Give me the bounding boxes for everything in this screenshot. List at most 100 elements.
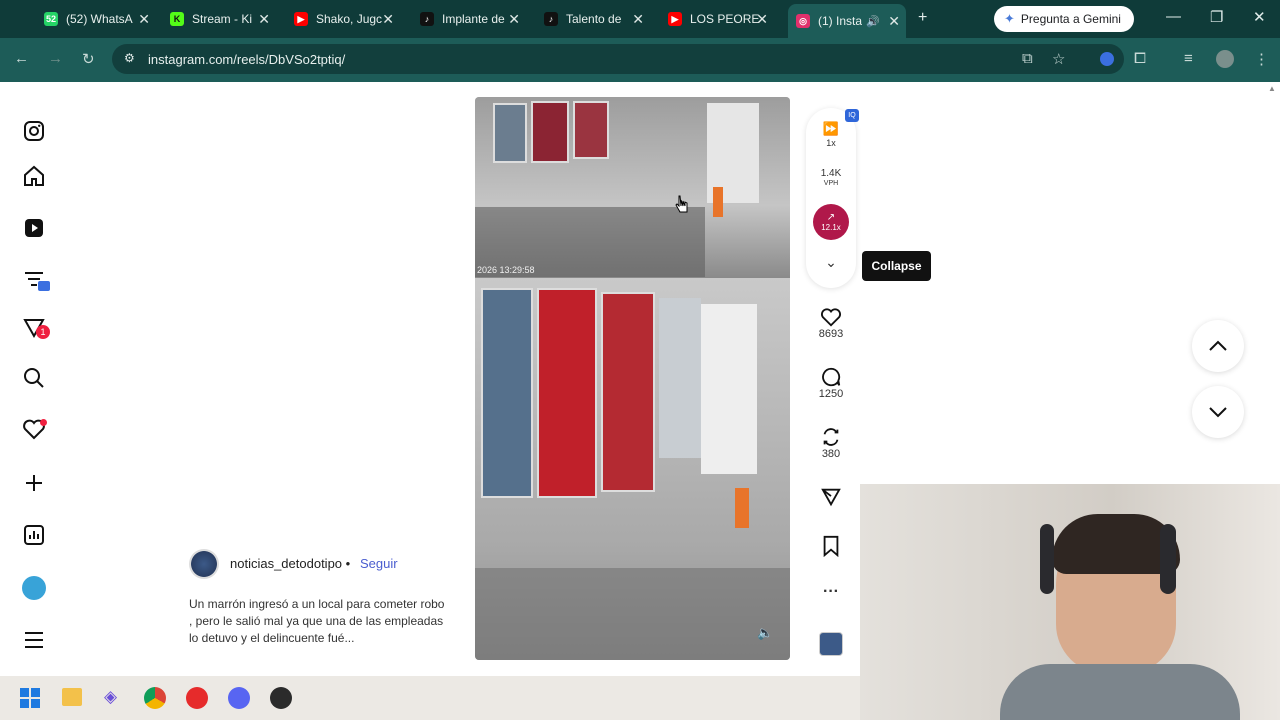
audio-thumbnail[interactable]: [819, 632, 843, 656]
site-settings-icon[interactable]: ⚙: [124, 51, 135, 65]
fast-forward-icon: ⏩: [822, 121, 840, 136]
back-button[interactable]: ←: [14, 50, 29, 67]
notification-dot: [40, 419, 47, 426]
post-caption[interactable]: Un marrón ingresó a un local para comete…: [189, 596, 449, 647]
new-tab-button[interactable]: +: [918, 9, 927, 27]
author-avatar[interactable]: [189, 549, 219, 579]
extensions-icon[interactable]: ⧠: [1134, 50, 1146, 67]
fridge-shape: [573, 101, 609, 159]
tab-tiktok-implante[interactable]: ♪ Implante de ✕: [420, 6, 526, 32]
gemini-label: Pregunta a Gemini: [1020, 12, 1121, 26]
tab-title: (1) Insta: [818, 14, 862, 28]
speed-control[interactable]: ⏩ 1x: [816, 121, 846, 149]
author-username[interactable]: noticias_detodotipo •: [230, 556, 350, 571]
media-player-icon[interactable]: [186, 687, 208, 709]
create-plus-icon[interactable]: [22, 471, 46, 495]
send-icon: [821, 488, 841, 507]
comment-button[interactable]: 1250: [816, 366, 846, 400]
close-icon[interactable]: ✕: [756, 11, 768, 28]
url-field[interactable]: ⚙ instagram.com/reels/DbVSo2tptiq/: [112, 44, 1124, 74]
tab-instagram[interactable]: ◎ (1) Insta 🔊 ✕: [788, 4, 906, 38]
profile-avatar[interactable]: [1216, 50, 1234, 68]
fridge-shape: [481, 288, 533, 498]
browser-menu-icon[interactable]: ⋮: [1254, 50, 1269, 68]
tab-title: Shako, Jugc: [316, 12, 383, 26]
url-text: instagram.com/reels/DbVSo2tptiq/: [148, 51, 346, 67]
home-icon[interactable]: [22, 164, 46, 188]
more-menu-icon[interactable]: [22, 628, 46, 652]
tab-kick[interactable]: K Stream - Ki ✕: [170, 6, 276, 32]
dashboard-icon[interactable]: [22, 523, 46, 547]
close-icon[interactable]: ✕: [508, 11, 520, 28]
repost-count: 380: [821, 448, 841, 460]
like-button[interactable]: 8693: [816, 306, 846, 340]
app-dark-icon[interactable]: [270, 687, 292, 709]
close-icon[interactable]: ✕: [258, 11, 270, 28]
tiktok-icon: ♪: [420, 12, 434, 26]
browser-tab-bar: 52 (52) WhatsA ✕ K Stream - Ki ✕ ▶ Shako…: [0, 0, 1280, 38]
follow-button[interactable]: Seguir: [360, 556, 398, 571]
repost-button[interactable]: 380: [816, 426, 846, 460]
discord-icon[interactable]: [228, 687, 250, 709]
minimize-button[interactable]: —: [1166, 8, 1181, 25]
scroll-up-arrow[interactable]: ▲: [1268, 84, 1276, 93]
save-button[interactable]: [816, 535, 846, 557]
app-diamond-icon[interactable]: ◈: [104, 687, 122, 707]
reload-button[interactable]: ↻: [82, 50, 95, 68]
tab-title: Stream - Ki: [192, 12, 253, 26]
bookmark-star-icon[interactable]: ☆: [1052, 50, 1065, 68]
gemini-button[interactable]: ✦ Pregunta a Gemini: [994, 6, 1134, 32]
search-icon[interactable]: [22, 366, 46, 390]
tab-youtube-peores[interactable]: ▶ LOS PEORE ✕: [668, 6, 774, 32]
tab-title: (52) WhatsA: [66, 12, 133, 26]
extension-iq-icon[interactable]: [1100, 52, 1114, 66]
video-top-frame: 2026 13:29:58: [475, 97, 790, 278]
tab-title: LOS PEORE: [690, 12, 760, 26]
tab-tiktok-talento[interactable]: ♪ Talento de ✕: [544, 6, 650, 32]
close-icon[interactable]: ✕: [632, 11, 644, 28]
close-icon[interactable]: ✕: [382, 11, 394, 28]
heart-icon: [821, 308, 841, 327]
hand-cursor-icon: [675, 195, 688, 213]
instagram-logo-icon[interactable]: [22, 119, 46, 143]
orange-object: [735, 488, 749, 528]
reel-video[interactable]: 2026 13:29:58 🔈: [475, 97, 790, 660]
iq-badge-icon: [38, 281, 50, 291]
profile-avatar-icon[interactable]: [22, 576, 46, 600]
instagram-left-rail: 1: [0, 82, 68, 676]
comment-icon: [822, 367, 841, 387]
iq-extension-icon[interactable]: IQ: [845, 109, 859, 122]
trend-multiplier-badge[interactable]: ↗ 12.1x: [813, 204, 849, 240]
file-explorer-icon[interactable]: [62, 688, 82, 706]
tab-youtube-shako[interactable]: ▶ Shako, Jugc ✕: [294, 6, 400, 32]
speaker-icon[interactable]: 🔊: [866, 15, 880, 28]
next-reel-button[interactable]: [1192, 386, 1244, 438]
close-icon[interactable]: ✕: [888, 13, 900, 30]
previous-reel-button[interactable]: [1192, 320, 1244, 372]
video-timestamp: 2026 13:29:58: [477, 265, 535, 275]
chrome-icon[interactable]: [144, 687, 166, 709]
headphones-left: [1040, 524, 1054, 594]
mute-icon[interactable]: 🔈: [757, 625, 773, 641]
separator-dot: •: [345, 556, 351, 571]
windows-start-icon[interactable]: [20, 688, 40, 708]
collapse-chevron-icon[interactable]: ⌄: [816, 254, 846, 271]
vph-value: 1.4K: [820, 168, 842, 179]
fridge-shape: [601, 292, 655, 492]
gemini-sparkle-icon: ✦: [1004, 11, 1015, 26]
restore-button[interactable]: ❐: [1210, 8, 1223, 26]
youtube-icon: ▶: [294, 12, 308, 26]
forward-button[interactable]: →: [48, 50, 63, 67]
install-app-icon[interactable]: ⧉: [1022, 50, 1033, 67]
speed-value: 1x: [826, 138, 836, 148]
close-icon[interactable]: ✕: [138, 11, 150, 28]
reels-icon[interactable]: [22, 216, 46, 240]
webcam-overlay: [860, 484, 1280, 720]
fridge-shape: [531, 101, 569, 163]
tab-whatsapp[interactable]: 52 (52) WhatsA ✕: [44, 6, 156, 32]
video-bottom-frame: [475, 278, 790, 660]
media-control-icon[interactable]: ≡: [1184, 50, 1193, 67]
window-close-button[interactable]: ✕: [1253, 8, 1266, 26]
more-options-icon[interactable]: ···: [816, 583, 846, 601]
share-button[interactable]: [816, 486, 846, 508]
